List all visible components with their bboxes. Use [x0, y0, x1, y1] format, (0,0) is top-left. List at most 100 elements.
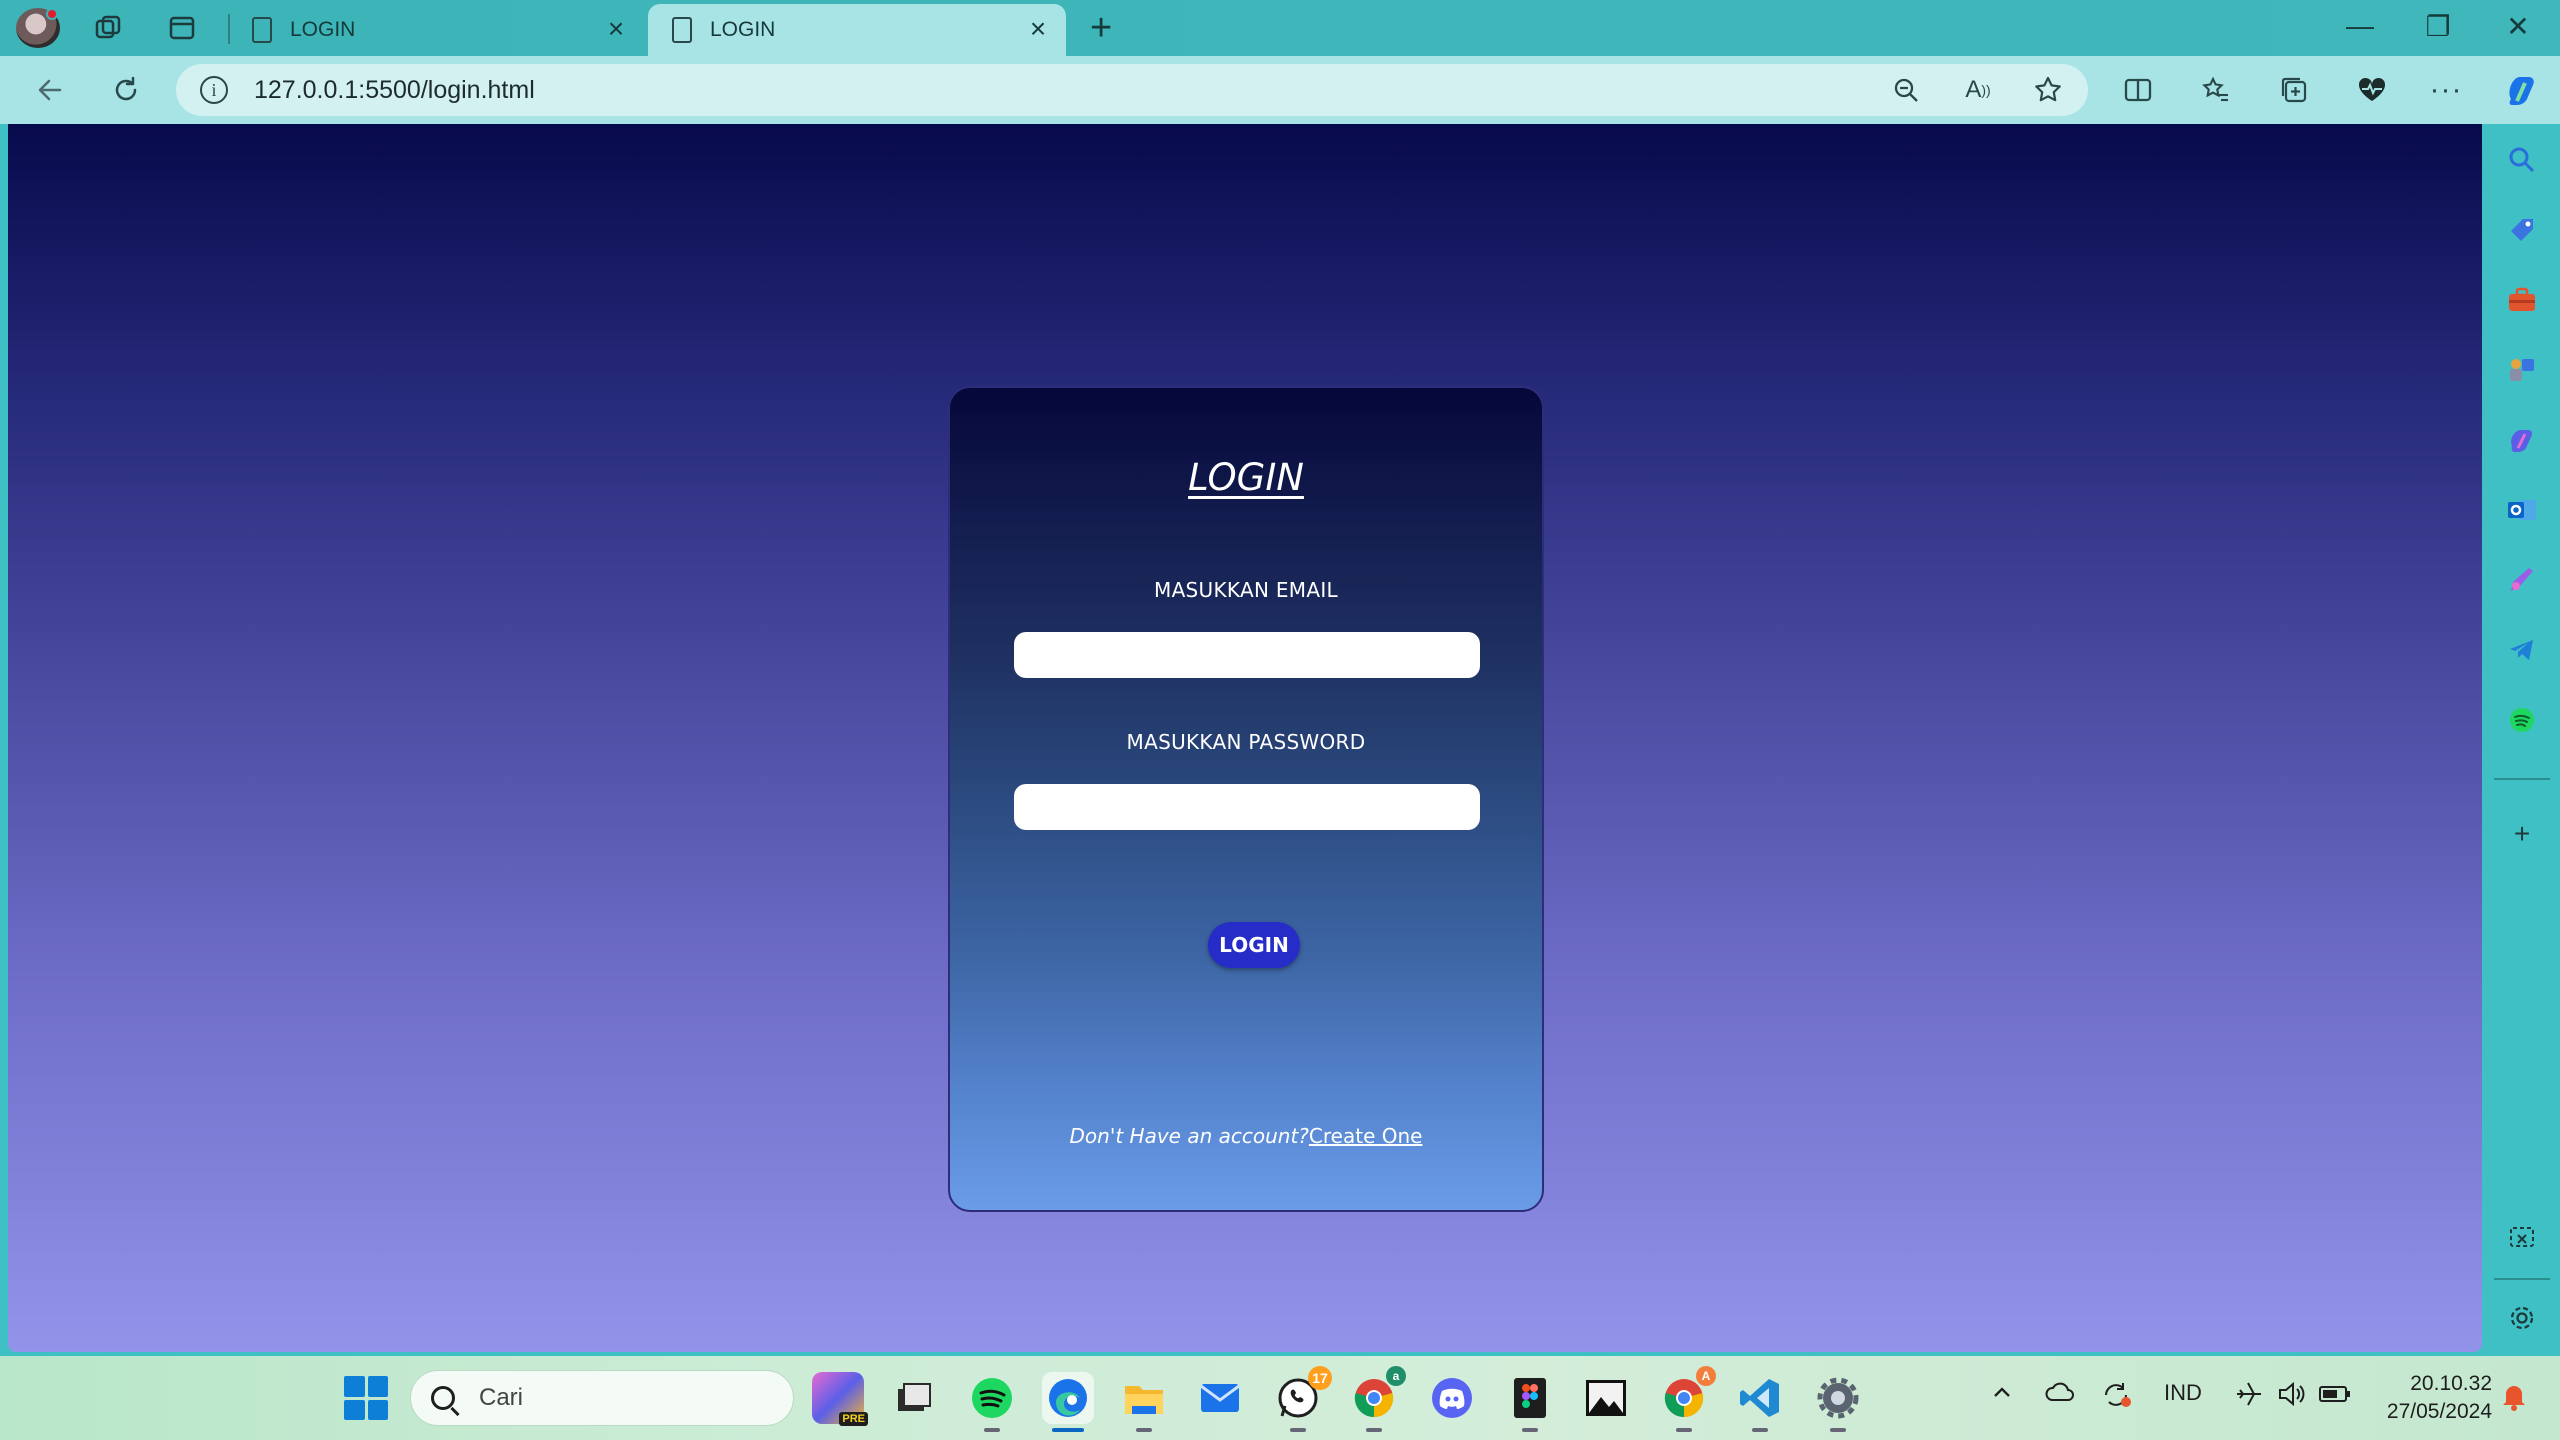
- notification-bell-icon[interactable]: [2500, 1380, 2528, 1412]
- volume-icon[interactable]: [2276, 1380, 2306, 1414]
- airplane-mode-icon[interactable]: [2234, 1380, 2264, 1414]
- address-bar-row: i 127.0.0.1:5500/login.html A)) ···: [0, 56, 2560, 124]
- sidebar-divider: [2494, 1278, 2550, 1280]
- copilot-preview-app-icon[interactable]: PRE: [812, 1372, 868, 1426]
- copilot-icon[interactable]: [2502, 70, 2542, 110]
- running-indicator: [1522, 1428, 1538, 1432]
- task-view-icon[interactable]: [888, 1372, 940, 1424]
- minimize-button[interactable]: —: [2340, 10, 2380, 42]
- add-sidebar-app-icon[interactable]: +: [2504, 816, 2540, 852]
- password-label: MASUKKAN PASSWORD: [1126, 730, 1366, 754]
- show-hidden-icons-chevron[interactable]: [1990, 1380, 2014, 1410]
- telegram-icon[interactable]: [2504, 632, 2540, 668]
- search-icon[interactable]: [2504, 142, 2540, 178]
- onedrive-icon[interactable]: [2044, 1380, 2076, 1410]
- discord-app-icon[interactable]: [1426, 1372, 1478, 1424]
- start-button[interactable]: [344, 1376, 388, 1420]
- preview-badge: PRE: [839, 1412, 868, 1426]
- email-field[interactable]: [1014, 632, 1480, 678]
- input-language[interactable]: IND: [2164, 1380, 2202, 1406]
- windows-logo-tile: [344, 1376, 365, 1397]
- tab-actions-icon[interactable]: [166, 12, 198, 44]
- vscode-app-icon[interactable]: [1734, 1372, 1786, 1432]
- read-aloud-icon[interactable]: A)): [1958, 70, 1998, 110]
- spotify-sidebar-icon[interactable]: [2504, 702, 2540, 738]
- new-tab-button[interactable]: +: [1090, 8, 1112, 48]
- email-label: MASUKKAN EMAIL: [1154, 578, 1338, 602]
- refresh-button[interactable]: [106, 70, 146, 110]
- tools-icon[interactable]: [2504, 282, 2540, 318]
- chrome-app-icon[interactable]: a: [1348, 1366, 1406, 1432]
- windows-logo-tile: [367, 1399, 388, 1420]
- settings-app-icon[interactable]: [1812, 1372, 1864, 1432]
- screenshot-icon[interactable]: [2504, 1220, 2540, 1256]
- designer-icon[interactable]: [2504, 562, 2540, 598]
- signup-prompt: Don't Have an account?Create One: [950, 1124, 1542, 1148]
- taskbar-search-placeholder: Cari: [479, 1384, 524, 1411]
- notification-dot: [46, 8, 58, 20]
- system-clock[interactable]: 20.10.32 27/05/2024: [2372, 1370, 2492, 1426]
- outlook-icon[interactable]: [2504, 492, 2540, 528]
- chrome-app-icon-alt[interactable]: A: [1658, 1366, 1716, 1432]
- more-options-icon[interactable]: ···: [2426, 70, 2466, 110]
- collections-icon[interactable]: [2274, 70, 2314, 110]
- signup-prompt-text: Don't Have an account?: [1069, 1124, 1309, 1148]
- password-field[interactable]: [1014, 784, 1480, 830]
- tab-label: LOGIN: [710, 18, 776, 41]
- url-field[interactable]: i 127.0.0.1:5500/login.html: [176, 64, 2088, 116]
- mail-app-icon[interactable]: [1194, 1372, 1246, 1424]
- tab-login-2[interactable]: LOGIN ×: [648, 4, 1066, 56]
- running-indicator: [1830, 1428, 1846, 1432]
- running-indicator: [1366, 1428, 1382, 1432]
- running-indicator: [1052, 1428, 1084, 1432]
- whatsapp-app-icon[interactable]: 17: [1272, 1366, 1332, 1432]
- copilot-sidebar-icon[interactable]: [2504, 422, 2540, 458]
- create-account-link[interactable]: Create One: [1309, 1124, 1423, 1148]
- split-screen-icon[interactable]: [2118, 70, 2158, 110]
- battery-icon[interactable]: [2318, 1380, 2352, 1414]
- taskbar-search[interactable]: Cari: [410, 1370, 794, 1426]
- chrome-profile-badge: A: [1696, 1366, 1716, 1386]
- shopping-tag-icon[interactable]: [2504, 212, 2540, 248]
- chrome-profile-badge: a: [1386, 1366, 1406, 1386]
- file-explorer-icon[interactable]: [1118, 1372, 1170, 1432]
- page-viewport: LOGIN MASUKKAN EMAIL MASUKKAN PASSWORD L…: [8, 124, 2482, 1352]
- back-button[interactable]: [30, 70, 70, 110]
- tab-label: LOGIN: [290, 18, 356, 41]
- close-tab-icon[interactable]: ×: [1026, 15, 1050, 43]
- close-window-button[interactable]: ✕: [2498, 10, 2538, 43]
- windows-logo-tile: [367, 1376, 388, 1397]
- restore-button[interactable]: ❐: [2418, 10, 2458, 43]
- figma-app-icon[interactable]: [1504, 1372, 1556, 1432]
- tab-bar: LOGIN × LOGIN × + — ❐ ✕: [0, 0, 2560, 56]
- search-icon: [431, 1386, 455, 1410]
- sidebar-settings-icon[interactable]: [2504, 1300, 2540, 1336]
- zoom-icon[interactable]: [1886, 70, 1926, 110]
- sync-icon[interactable]: [2100, 1380, 2132, 1416]
- games-icon[interactable]: [2504, 352, 2540, 388]
- sidebar-divider: [2494, 778, 2550, 780]
- login-button[interactable]: LOGIN: [1208, 922, 1300, 968]
- edge-app-icon[interactable]: [1042, 1372, 1094, 1432]
- running-indicator: [1290, 1428, 1306, 1432]
- running-indicator: [1136, 1428, 1152, 1432]
- running-indicator: [984, 1428, 1000, 1432]
- browser-essentials-icon[interactable]: [2352, 70, 2392, 110]
- site-info-icon[interactable]: i: [200, 76, 228, 104]
- spotify-app-icon[interactable]: [966, 1372, 1018, 1432]
- windows-logo-tile: [344, 1399, 365, 1420]
- login-card: LOGIN MASUKKAN EMAIL MASUKKAN PASSWORD L…: [948, 386, 1544, 1212]
- close-tab-icon[interactable]: ×: [604, 15, 628, 43]
- page-icon: [252, 17, 272, 43]
- tab-login-1[interactable]: LOGIN ×: [228, 4, 644, 56]
- workspaces-icon[interactable]: [92, 12, 124, 44]
- favorite-star-icon[interactable]: [2028, 70, 2068, 110]
- profile-avatar[interactable]: [16, 8, 60, 48]
- page-icon: [672, 17, 692, 43]
- running-indicator: [1676, 1428, 1692, 1432]
- running-indicator: [1752, 1428, 1768, 1432]
- edge-sidebar: +: [2484, 124, 2560, 1356]
- favorites-icon[interactable]: [2196, 70, 2236, 110]
- unread-count-badge: 17: [1308, 1366, 1332, 1390]
- photos-app-icon[interactable]: [1580, 1372, 1632, 1424]
